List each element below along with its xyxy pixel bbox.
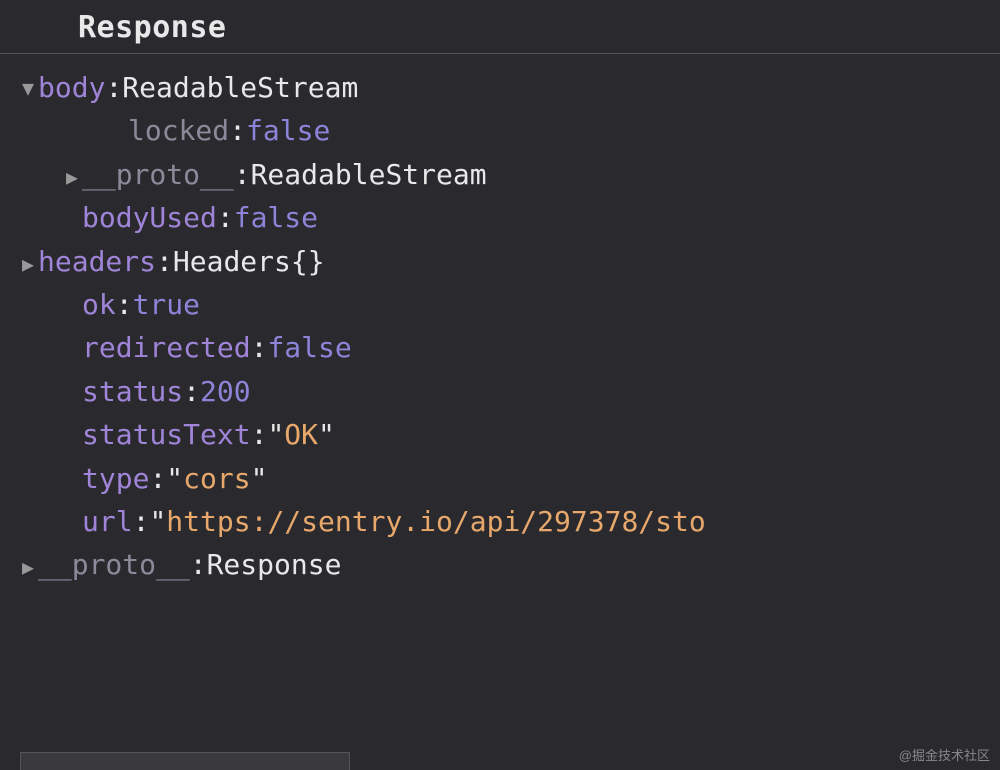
colon: : [133, 500, 150, 543]
property-key: ok [82, 283, 116, 326]
quote: " [149, 500, 166, 543]
quote: " [251, 457, 268, 500]
property-row[interactable]: url: "https://sentry.io/api/297378/sto [0, 500, 1000, 543]
property-row[interactable]: ▶__proto__: Response [0, 543, 1000, 586]
colon: : [149, 457, 166, 500]
property-key: __proto__ [82, 153, 234, 196]
property-row[interactable]: status: 200 [0, 370, 1000, 413]
disclosure-triangle-collapsed-icon[interactable]: ▶ [18, 552, 38, 583]
property-value-type: Response [207, 543, 342, 586]
disclosure-triangle-expanded-icon[interactable]: ▼ [18, 73, 38, 104]
property-row[interactable]: ▶headers: Headers {} [0, 240, 1000, 283]
property-key: __proto__ [38, 543, 190, 586]
property-key: redirected [82, 326, 251, 369]
property-value-type: ReadableStream [251, 153, 487, 196]
property-key: bodyUsed [82, 196, 217, 239]
quote: " [318, 413, 335, 456]
panel-header: Response [0, 0, 1000, 54]
colon: : [183, 370, 200, 413]
colon: : [251, 413, 268, 456]
property-value-string: https://sentry.io/api/297378/sto [166, 500, 705, 543]
property-value-boolean: true [133, 283, 200, 326]
colon: : [234, 153, 251, 196]
colon: : [116, 283, 133, 326]
property-value-string: cors [183, 457, 250, 500]
colon: : [156, 240, 173, 283]
property-value-string: OK [284, 413, 318, 456]
property-value-boolean: false [234, 196, 318, 239]
colon: : [217, 196, 234, 239]
property-key: statusText [82, 413, 251, 456]
property-key: locked [128, 109, 229, 152]
property-value-type: ReadableStream [122, 66, 358, 109]
colon: : [229, 109, 246, 152]
property-row[interactable]: ▼body: ReadableStream [0, 66, 1000, 109]
property-key: body [38, 66, 105, 109]
watermark: @掘金技术社区 [899, 745, 990, 764]
property-value-boolean: false [267, 326, 351, 369]
property-row[interactable]: bodyUsed: false [0, 196, 1000, 239]
property-row[interactable]: ▶__proto__: ReadableStream [0, 153, 1000, 196]
property-key: status [82, 370, 183, 413]
footer-tab-hint [20, 752, 350, 770]
property-row[interactable]: statusText: "OK" [0, 413, 1000, 456]
property-row[interactable]: locked: false [0, 109, 1000, 152]
colon: : [105, 66, 122, 109]
property-key: url [82, 500, 133, 543]
disclosure-triangle-collapsed-icon[interactable]: ▶ [18, 249, 38, 280]
property-row[interactable]: type: "cors" [0, 457, 1000, 500]
property-key: type [82, 457, 149, 500]
disclosure-triangle-collapsed-icon[interactable]: ▶ [62, 162, 82, 193]
object-tree[interactable]: ▼body: ReadableStreamlocked: false▶__pro… [0, 54, 1000, 587]
colon: : [251, 326, 268, 369]
property-row[interactable]: ok: true [0, 283, 1000, 326]
colon: : [190, 543, 207, 586]
braces: {} [291, 240, 325, 283]
property-row[interactable]: redirected: false [0, 326, 1000, 369]
property-value-number: 200 [200, 370, 251, 413]
property-value-type: Headers [173, 240, 291, 283]
quote: " [267, 413, 284, 456]
panel-title: Response [78, 10, 227, 45]
property-key: headers [38, 240, 156, 283]
property-value-boolean: false [246, 109, 330, 152]
quote: " [166, 457, 183, 500]
